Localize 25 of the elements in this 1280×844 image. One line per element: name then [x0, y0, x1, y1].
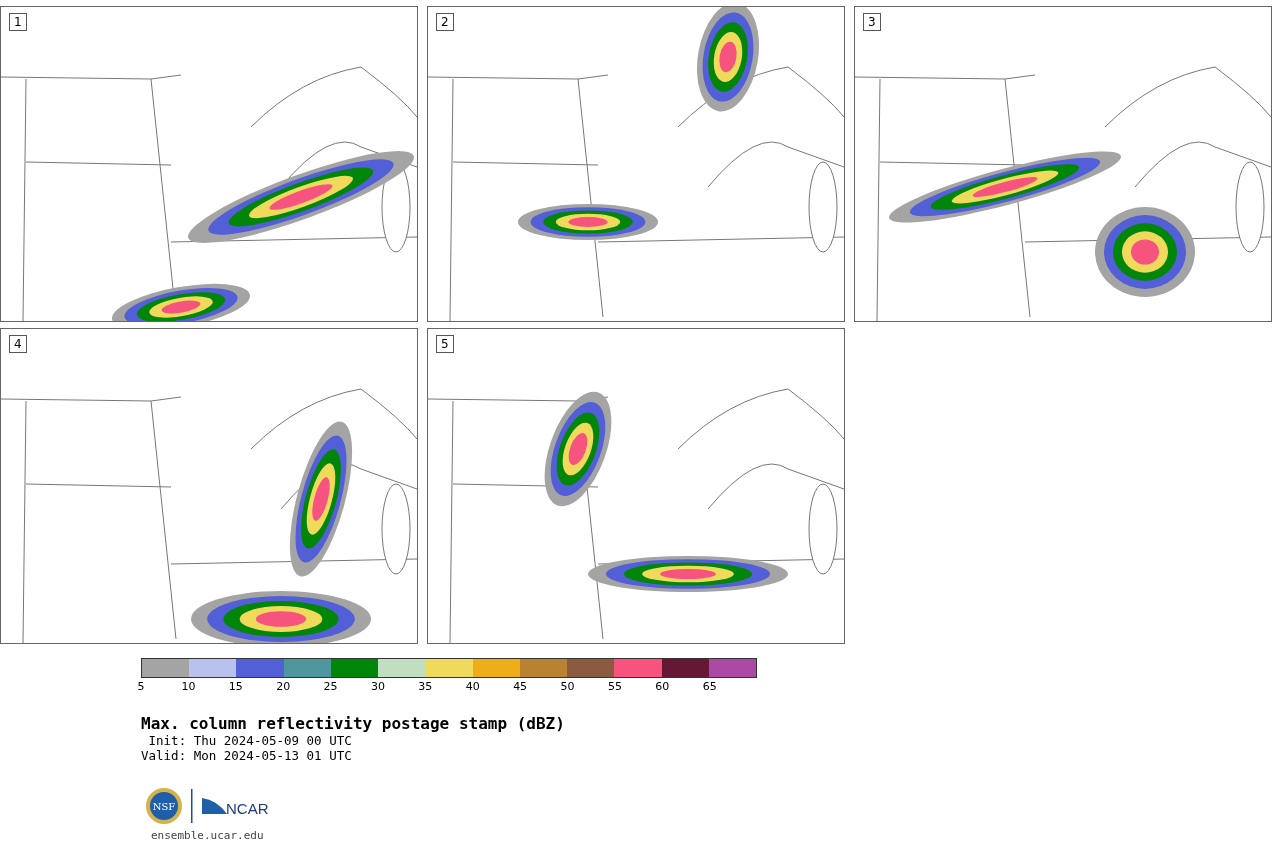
- panel-number: 4: [9, 335, 27, 353]
- tick-label: 20: [276, 680, 291, 693]
- tick-label: 40: [465, 680, 480, 693]
- tick-label: 65: [702, 680, 717, 693]
- tick-label: 5: [137, 680, 145, 693]
- init-time: Init: Thu 2024-05-09 00 UTC: [147, 733, 352, 748]
- tick-label: 55: [607, 680, 622, 693]
- tick-label: 10: [181, 680, 196, 693]
- tick-label: 30: [370, 680, 385, 693]
- nsf-logo: NSF: [145, 787, 183, 825]
- tick-label: 50: [560, 680, 575, 693]
- panel-number: 2: [436, 13, 454, 31]
- panel-number: 1: [9, 13, 27, 31]
- panel-number: 5: [436, 335, 454, 353]
- tick-label: 45: [513, 680, 528, 693]
- valid-time: Valid: Mon 2024-05-13 01 UTC: [141, 748, 352, 763]
- ncar-logo: NCAR: [201, 794, 275, 818]
- tick-label: 60: [655, 680, 670, 693]
- site-url: ensemble.ucar.edu: [151, 829, 264, 842]
- tick-label: 25: [323, 680, 338, 693]
- chart-title: Max. column reflectivity postage stamp (dBZ): [141, 714, 565, 733]
- tick-label: 15: [228, 680, 243, 693]
- panel-number: 3: [863, 13, 881, 31]
- logo-divider: [191, 789, 193, 823]
- tick-label: 35: [418, 680, 433, 693]
